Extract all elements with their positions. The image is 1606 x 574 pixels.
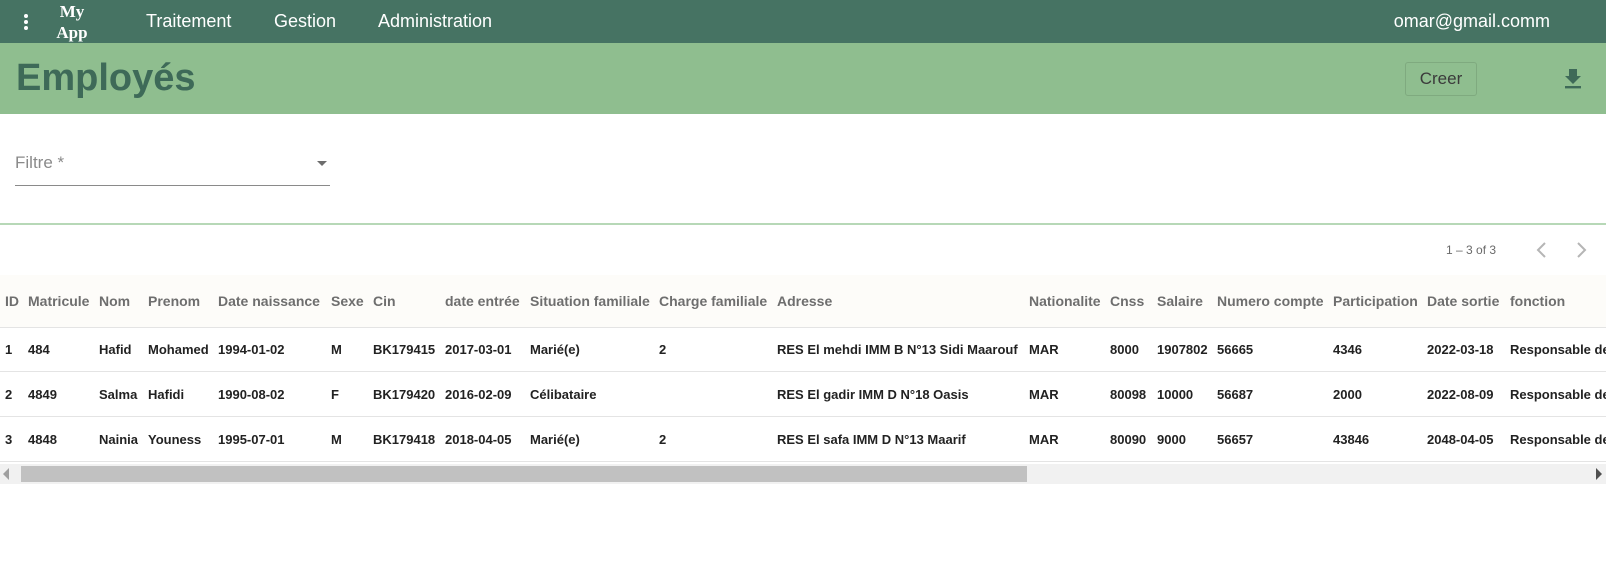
create-button[interactable]: Creer [1405, 62, 1477, 96]
cell-prenom: Youness [148, 432, 202, 447]
filter-label: Filtre * [15, 153, 65, 172]
cell-sexe: M [331, 432, 342, 447]
cell-id: 2 [5, 387, 13, 402]
column-header-charge-familiale[interactable]: Charge familiale [659, 293, 767, 309]
cell-id: 1 [5, 342, 13, 357]
table-header: ID Matricule Nom Prenom Date naissance S… [0, 275, 1606, 328]
section-divider [0, 223, 1606, 225]
cell-cnss: 8000 [1110, 342, 1139, 357]
nav-administration[interactable]: Administration [378, 11, 492, 32]
cell-charge-familiale: 2 [659, 432, 667, 447]
cell-nationalite: MAR [1029, 432, 1059, 447]
cell-salaire: 9000 [1157, 432, 1186, 447]
cell-nom: Salma [99, 387, 138, 402]
cell-matricule: 4849 [28, 387, 57, 402]
column-header-date-entree[interactable]: date entrée [445, 293, 520, 309]
dropdown-arrow-icon [317, 161, 327, 166]
column-header-adresse[interactable]: Adresse [777, 293, 832, 309]
pagination-range: 1 – 3 of 3 [1446, 243, 1497, 257]
nav-gestion[interactable]: Gestion [274, 11, 336, 32]
scrollbar-thumb[interactable] [21, 466, 1027, 482]
column-header-cnss[interactable]: Cnss [1110, 293, 1144, 309]
cell-fonction: Responsable de [1510, 342, 1606, 357]
cell-participation: 2000 [1333, 387, 1362, 402]
chevron-left-icon[interactable] [1530, 238, 1554, 262]
column-header-cin[interactable]: Cin [373, 293, 396, 309]
cell-participation: 43846 [1333, 432, 1370, 447]
column-header-date-naissance[interactable]: Date naissance [218, 293, 320, 309]
cell-prenom: Hafidi [148, 387, 185, 402]
top-app-bar: My App Traitement Gestion Administration… [0, 0, 1606, 43]
column-header-numero-compte[interactable]: Numero compte [1217, 293, 1324, 309]
column-header-salaire[interactable]: Salaire [1157, 293, 1203, 309]
cell-adresse: RES El gadir IMM D N°18 Oasis [777, 387, 969, 402]
column-header-sexe[interactable]: Sexe [331, 293, 364, 309]
cell-date-entree: 2018-04-05 [445, 432, 512, 447]
cell-matricule: 4848 [28, 432, 57, 447]
cell-date-entree: 2016-02-09 [445, 387, 512, 402]
cell-salaire: 10000 [1157, 387, 1194, 402]
more-vert-icon[interactable] [17, 12, 35, 32]
cell-nom: Nainia [99, 432, 139, 447]
cell-numero-compte: 56657 [1217, 432, 1254, 447]
filter-select[interactable]: Filtre * [15, 150, 330, 186]
column-header-matricule[interactable]: Matricule [28, 293, 89, 309]
nav-traitement[interactable]: Traitement [146, 11, 231, 32]
column-header-id[interactable]: ID [5, 293, 19, 309]
cell-matricule: 484 [28, 342, 50, 357]
table-row[interactable]: 3 4848 Nainia Youness 1995-07-01 M BK179… [0, 417, 1606, 462]
scroll-left-arrow-icon[interactable] [3, 468, 9, 480]
cell-fonction: Responsable de [1510, 387, 1606, 402]
cell-sexe: M [331, 342, 342, 357]
column-header-fonction[interactable]: fonction [1510, 293, 1565, 309]
column-header-date-sortie[interactable]: Date sortie [1427, 293, 1499, 309]
cell-situation-familiale: Marié(e) [530, 342, 580, 357]
cell-cin: BK179415 [373, 342, 436, 357]
column-header-nationalite[interactable]: Nationalite [1029, 293, 1101, 309]
cell-cnss: 80098 [1110, 387, 1147, 402]
scroll-right-arrow-icon[interactable] [1596, 468, 1602, 480]
cell-participation: 4346 [1333, 342, 1362, 357]
cell-situation-familiale: Marié(e) [530, 432, 580, 447]
cell-nationalite: MAR [1029, 342, 1059, 357]
cell-date-naissance: 1995-07-01 [218, 432, 285, 447]
chevron-right-icon[interactable] [1569, 238, 1593, 262]
column-header-prenom[interactable]: Prenom [148, 293, 200, 309]
column-header-participation[interactable]: Participation [1333, 293, 1418, 309]
cell-date-naissance: 1994-01-02 [218, 342, 285, 357]
app-brand: My App [56, 2, 88, 42]
cell-numero-compte: 56687 [1217, 387, 1254, 402]
column-header-situation-familiale[interactable]: Situation familiale [530, 293, 650, 309]
cell-date-naissance: 1990-08-02 [218, 387, 285, 402]
cell-situation-familiale: Célibataire [530, 387, 597, 402]
cell-charge-familiale: 2 [659, 342, 667, 357]
cell-salaire: 1907802 [1157, 342, 1208, 357]
cell-date-sortie: 2022-03-18 [1427, 342, 1494, 357]
cell-sexe: F [331, 387, 339, 402]
cell-numero-compte: 56665 [1217, 342, 1254, 357]
cell-cin: BK179420 [373, 387, 436, 402]
cell-prenom: Mohamed [148, 342, 209, 357]
download-icon[interactable] [1562, 66, 1584, 90]
employees-table: ID Matricule Nom Prenom Date naissance S… [0, 275, 1606, 465]
cell-date-sortie: 2048-04-05 [1427, 432, 1494, 447]
cell-adresse: RES El mehdi IMM B N°13 Sidi Maarouf [777, 342, 1018, 357]
column-header-nom[interactable]: Nom [99, 293, 130, 309]
cell-date-sortie: 2022-08-09 [1427, 387, 1494, 402]
cell-cnss: 80090 [1110, 432, 1147, 447]
cell-fonction: Responsable de [1510, 432, 1606, 447]
cell-date-entree: 2017-03-01 [445, 342, 512, 357]
horizontal-scrollbar[interactable] [0, 464, 1606, 484]
cell-nationalite: MAR [1029, 387, 1059, 402]
table-row[interactable]: 1 484 Hafid Mohamed 1994-01-02 M BK17941… [0, 327, 1606, 372]
cell-adresse: RES El safa IMM D N°13 Maarif [777, 432, 966, 447]
table-row[interactable]: 2 4849 Salma Hafidi 1990-08-02 F BK17942… [0, 372, 1606, 417]
user-email[interactable]: omar@gmail.comm [1394, 11, 1550, 32]
cell-id: 3 [5, 432, 13, 447]
cell-nom: Hafid [99, 342, 132, 357]
page-title: Employés [16, 57, 196, 99]
cell-cin: BK179418 [373, 432, 436, 447]
page-header: Employés Creer [0, 43, 1606, 114]
